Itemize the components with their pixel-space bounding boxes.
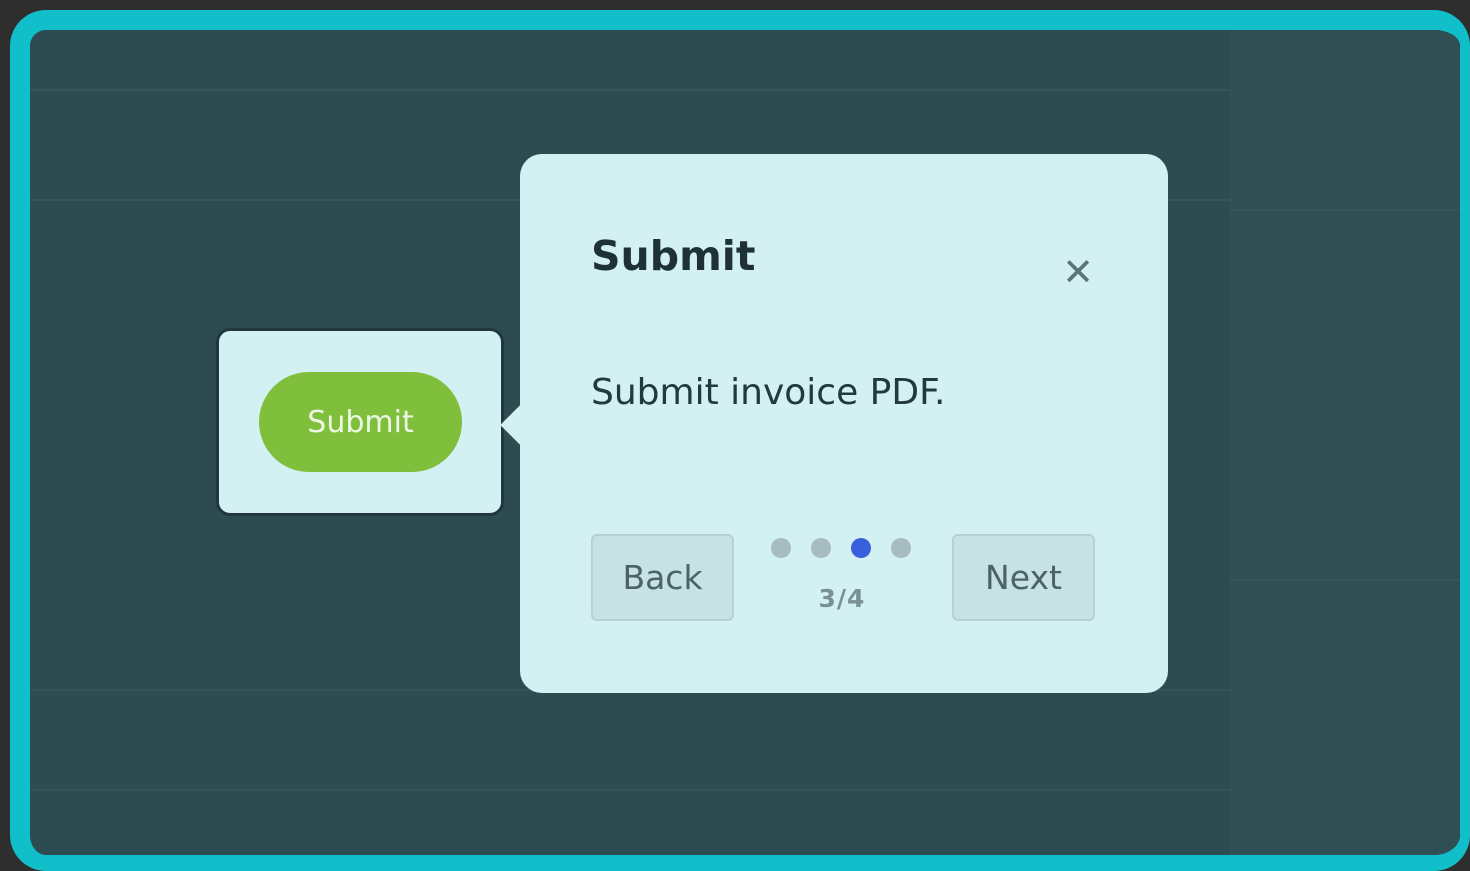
popover-title: Submit: [591, 232, 756, 280]
popover-body: Submit invoice PDF.: [591, 372, 946, 413]
app-frame: Submit Submit ✕ Submit invoice PDF. Back…: [10, 10, 1470, 871]
submit-button[interactable]: Submit: [259, 372, 462, 472]
step-dot-2: [811, 538, 831, 558]
highlighted-target: Submit: [216, 328, 504, 516]
back-button[interactable]: Back: [591, 534, 734, 621]
step-counter: 3/4: [818, 584, 866, 613]
step-indicator: [771, 538, 919, 560]
step-dot-3: [851, 538, 871, 558]
step-dot-4: [891, 538, 911, 558]
step-dot-1: [771, 538, 791, 558]
next-button[interactable]: Next: [952, 534, 1095, 621]
close-icon[interactable]: ✕: [1056, 250, 1100, 294]
tour-popover: Submit ✕ Submit invoice PDF. Back 3/4 Ne…: [500, 154, 1168, 693]
